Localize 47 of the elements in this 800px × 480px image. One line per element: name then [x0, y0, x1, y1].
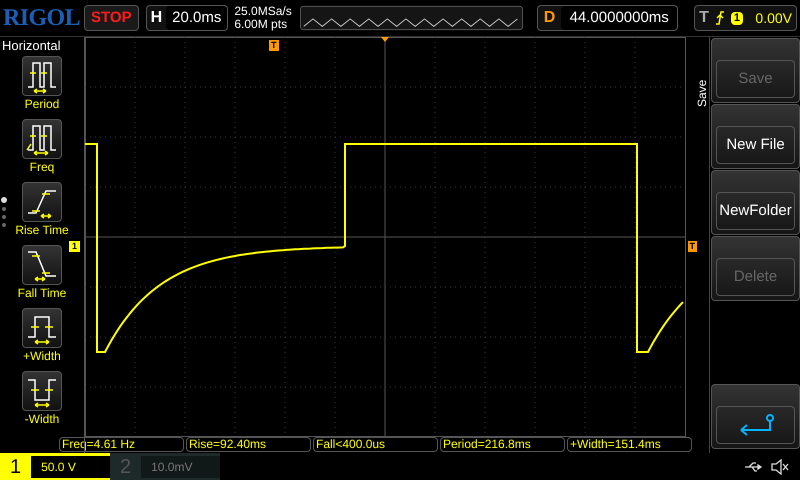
run-stop-button[interactable]: STOP: [84, 5, 139, 31]
memory-depth: 6.00M pts: [234, 18, 288, 31]
measure-label: Fall Time: [18, 285, 66, 301]
trigger-level-marker[interactable]: T: [688, 241, 697, 252]
measure-button[interactable]: [22, 119, 62, 159]
measure-label: Freq: [30, 159, 54, 175]
measure-button[interactable]: [22, 245, 62, 285]
trigger-position-marker[interactable]: T: [269, 40, 278, 51]
usb-icon: [744, 460, 764, 472]
menu-title: Horizontal: [1, 37, 61, 54]
rising-edge-icon: [714, 11, 725, 25]
back-button[interactable]: [711, 384, 800, 449]
measurement-readout: +Width=151.4ms: [567, 437, 692, 452]
timebase-label: H: [150, 8, 164, 28]
sample-rate: 25.0MSa/s: [234, 5, 292, 18]
menu-button[interactable]: NewFolder: [711, 170, 800, 235]
delay-value: 44.0000000ms: [561, 6, 678, 30]
measurement-readout: Fall<400.0us: [313, 437, 438, 452]
measurement-readout: Period=216.8ms: [440, 437, 565, 452]
brand-logo: RIGOL: [3, 4, 80, 33]
menu-button[interactable]: New File: [711, 104, 800, 169]
channel-scale: 50.0 V: [31, 456, 110, 478]
channel-scale: 10.0mV: [141, 456, 220, 478]
measure-label: +Width: [23, 348, 61, 364]
menu-title: Save: [694, 78, 710, 107]
measurement-readout: Freq=4.61 Hz: [59, 437, 184, 452]
measure-label: -Width: [24, 411, 60, 427]
delay-label: D: [542, 8, 556, 28]
center-marker-icon: [381, 37, 389, 42]
measure-label: Period: [24, 96, 60, 112]
measurement-readout: Rise=92.40ms: [186, 437, 311, 452]
measure-button[interactable]: [22, 371, 62, 411]
channel-number: 1: [10, 454, 22, 480]
measure-button[interactable]: [22, 56, 62, 96]
measure-button[interactable]: [22, 182, 62, 222]
timebase-value: 20.0ms: [166, 6, 228, 30]
channel-tab[interactable]: 1 50.0 V: [0, 453, 110, 480]
trigger-display[interactable]: T 1 0.00V: [694, 5, 797, 31]
muted-speaker-icon: [770, 458, 790, 474]
trigger-source: 1: [730, 12, 743, 24]
timebase-display[interactable]: H 20.0ms: [146, 5, 228, 31]
trigger-label: T: [699, 8, 709, 28]
measure-button[interactable]: [22, 308, 62, 348]
trigger-level: 0.00V: [755, 8, 792, 28]
channel-marker[interactable]: 1: [69, 241, 80, 252]
measure-label: Rise Time: [15, 222, 69, 238]
delay-display[interactable]: D 44.0000000ms: [536, 5, 678, 31]
